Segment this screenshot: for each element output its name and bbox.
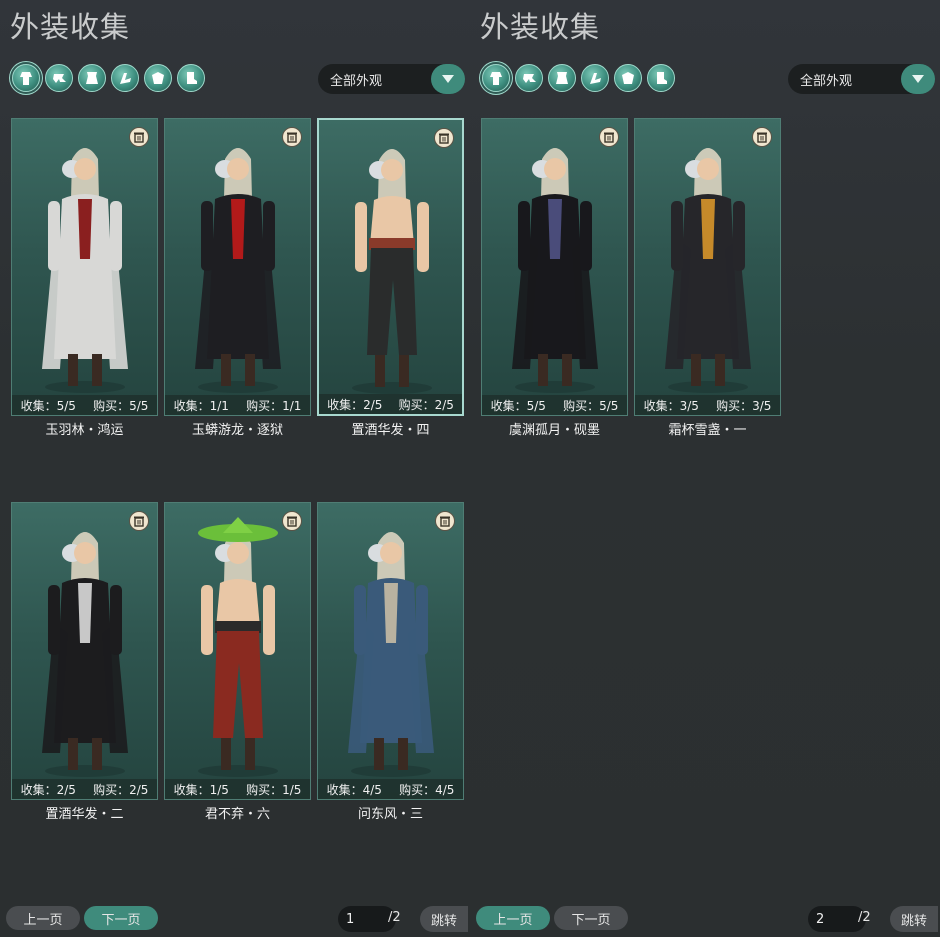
buy-count: 购买：2/5 bbox=[93, 782, 149, 797]
outfit-name: 虞渊孤月・砚墨 bbox=[508, 423, 600, 438]
outfit-card[interactable]: 收集：2/5 购买：2/5 置酒华发・二 bbox=[11, 502, 158, 822]
collection-panel-page-2: 外装收集 全部外观 收集：5/5 购买：5/5 虞渊孤月・砚墨 收集：3/5 购… bbox=[470, 0, 940, 937]
outfit-card[interactable]: 收集：1/1 购买：1/1 玉蟒游龙・逐狱 bbox=[164, 118, 311, 438]
outfit-card-frame: 收集：3/5 购买：3/5 bbox=[634, 118, 781, 416]
page-total: /2 bbox=[858, 910, 871, 925]
outfit-name: 置酒华发・四 bbox=[351, 423, 430, 438]
collect-count: 收集：4/5 bbox=[326, 782, 382, 797]
outfit-stats: 收集：5/5 购买：5/5 bbox=[12, 395, 157, 415]
dropdown-selected-label: 全部外观 bbox=[800, 73, 853, 89]
buy-count: 购买：4/5 bbox=[399, 782, 455, 797]
outfit-stats: 收集：1/1 购买：1/1 bbox=[165, 395, 310, 415]
chevron-down-icon[interactable] bbox=[901, 64, 935, 94]
trash-icon[interactable] bbox=[752, 127, 772, 147]
outfit-stats: 收集：5/5 购买：5/5 bbox=[482, 395, 627, 415]
character-figure bbox=[512, 148, 598, 393]
character-figure bbox=[42, 532, 128, 777]
shoes-icon[interactable] bbox=[647, 64, 675, 92]
character-figure bbox=[195, 148, 281, 393]
gloves-icon[interactable] bbox=[614, 64, 642, 92]
character-figure bbox=[348, 532, 434, 777]
trash-icon[interactable] bbox=[129, 511, 149, 531]
next-page-button[interactable]: 下一页 bbox=[84, 906, 158, 930]
pants-icon[interactable] bbox=[111, 64, 139, 92]
buy-count: 购买：1/1 bbox=[246, 398, 302, 413]
outfit-card[interactable]: 收集：5/5 购买：5/5 玉羽林・鸿运 bbox=[11, 118, 158, 438]
buy-count: 购买：3/5 bbox=[716, 398, 772, 413]
jump-button[interactable]: 跳转 bbox=[890, 906, 938, 932]
outfit-name: 问东风・三 bbox=[357, 807, 423, 822]
outfit-name: 君不弃・六 bbox=[204, 807, 270, 822]
page-total: /2 bbox=[388, 910, 401, 925]
buy-count: 购买：2/5 bbox=[398, 397, 454, 412]
prev-page-button[interactable]: 上一页 bbox=[476, 906, 550, 930]
outfit-card-frame: 收集：4/5 购买：4/5 bbox=[317, 502, 464, 800]
trash-icon[interactable] bbox=[129, 127, 149, 147]
outfit-card-frame: 收集：2/5 购买：2/5 bbox=[11, 502, 158, 800]
outfit-stats: 收集：4/5 购买：4/5 bbox=[318, 779, 463, 799]
category-filter-row bbox=[482, 64, 675, 94]
page-title: 外装收集 bbox=[480, 10, 601, 44]
buy-count: 购买：5/5 bbox=[563, 398, 619, 413]
character-figure bbox=[42, 148, 128, 393]
trash-icon[interactable] bbox=[434, 128, 454, 148]
outfit-filter-dropdown[interactable]: 全部外观 bbox=[318, 64, 465, 94]
outfit-stats: 收集：1/5 购买：1/5 bbox=[165, 779, 310, 799]
character-figure bbox=[665, 148, 751, 393]
top-icon[interactable] bbox=[548, 64, 576, 92]
outfit-stats: 收集：2/5 购买：2/5 bbox=[12, 779, 157, 799]
collection-panel-page-1: 外装收集 全部外观 收集：5/5 购买：5/5 玉羽林・鸿运 收集：1/1 购买… bbox=[0, 0, 470, 937]
outfit-card-frame: 收集：1/1 购买：1/1 bbox=[164, 118, 311, 416]
trash-icon[interactable] bbox=[282, 511, 302, 531]
outfit-card[interactable]: 收集：2/5 购买：2/5 置酒华发・四 bbox=[317, 118, 464, 438]
outfit-card-frame: 收集：1/5 购买：1/5 bbox=[164, 502, 311, 800]
gloves-icon[interactable] bbox=[144, 64, 172, 92]
outfit-stats: 收集：2/5 购买：2/5 bbox=[319, 394, 462, 414]
outfit-card-frame: 收集：5/5 购买：5/5 bbox=[481, 118, 628, 416]
all-outfit-icon[interactable] bbox=[12, 64, 40, 92]
outfit-name: 霜杯雪盏・一 bbox=[668, 423, 747, 438]
outfit-name: 置酒华发・二 bbox=[45, 807, 124, 822]
collect-count: 收集：3/5 bbox=[643, 398, 699, 413]
collect-count: 收集：2/5 bbox=[327, 397, 383, 412]
outfit-filter-dropdown[interactable]: 全部外观 bbox=[788, 64, 935, 94]
outfit-card[interactable]: 收集：1/5 购买：1/5 君不弃・六 bbox=[164, 502, 311, 822]
next-page-button[interactable]: 下一页 bbox=[554, 906, 628, 930]
shoes-icon[interactable] bbox=[177, 64, 205, 92]
top-icon[interactable] bbox=[78, 64, 106, 92]
collect-count: 收集：1/1 bbox=[173, 398, 229, 413]
head-icon[interactable] bbox=[515, 64, 543, 92]
jump-button[interactable]: 跳转 bbox=[420, 906, 468, 932]
dropdown-selected-label: 全部外观 bbox=[330, 73, 383, 89]
buy-count: 购买：5/5 bbox=[93, 398, 149, 413]
collect-count: 收集：5/5 bbox=[490, 398, 546, 413]
collect-count: 收集：1/5 bbox=[173, 782, 229, 797]
outfit-card-frame: 收集：2/5 购买：2/5 bbox=[317, 118, 464, 416]
outfit-card-frame: 收集：5/5 购买：5/5 bbox=[11, 118, 158, 416]
outfit-name: 玉蟒游龙・逐狱 bbox=[191, 423, 283, 438]
outfit-name: 玉羽林・鸿运 bbox=[45, 423, 124, 438]
buy-count: 购买：1/5 bbox=[246, 782, 302, 797]
trash-icon[interactable] bbox=[282, 127, 302, 147]
collect-count: 收集：2/5 bbox=[20, 782, 76, 797]
outfit-card[interactable]: 收集：4/5 购买：4/5 问东风・三 bbox=[317, 502, 464, 822]
character-figure bbox=[198, 517, 278, 777]
outfit-card[interactable]: 收集：5/5 购买：5/5 虞渊孤月・砚墨 bbox=[481, 118, 628, 438]
outfit-stats: 收集：3/5 购买：3/5 bbox=[635, 395, 780, 415]
all-outfit-icon[interactable] bbox=[482, 64, 510, 92]
head-icon[interactable] bbox=[45, 64, 73, 92]
pants-icon[interactable] bbox=[581, 64, 609, 92]
outfit-card[interactable]: 收集：3/5 购买：3/5 霜杯雪盏・一 bbox=[634, 118, 781, 438]
prev-page-button[interactable]: 上一页 bbox=[6, 906, 80, 930]
page-title: 外装收集 bbox=[10, 10, 131, 44]
category-filter-row bbox=[12, 64, 205, 94]
collect-count: 收集：5/5 bbox=[20, 398, 76, 413]
trash-icon[interactable] bbox=[435, 511, 455, 531]
chevron-down-icon[interactable] bbox=[431, 64, 465, 94]
character-figure bbox=[352, 149, 432, 394]
trash-icon[interactable] bbox=[599, 127, 619, 147]
